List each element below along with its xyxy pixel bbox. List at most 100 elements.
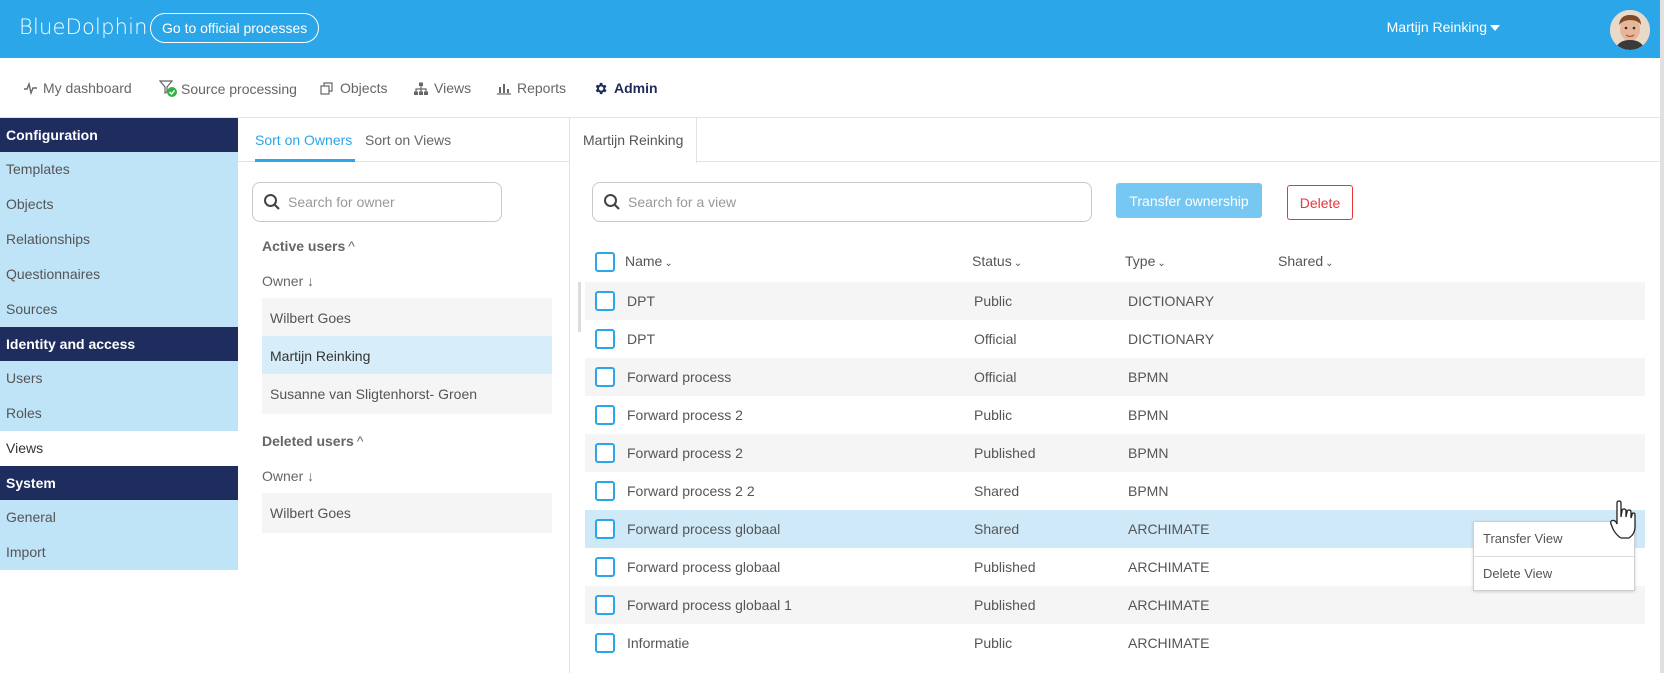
- sidebar-item-templates[interactable]: Templates: [0, 152, 238, 187]
- sidebar-item-general[interactable]: General: [0, 500, 238, 535]
- sidebar-section-identity-and-access: Identity and access: [0, 327, 238, 361]
- nav-label: Objects: [340, 80, 388, 96]
- chevron-down-icon: ⌄: [1013, 258, 1023, 269]
- sidebar-item-views[interactable]: Views: [0, 431, 238, 466]
- bar-chart-icon: [497, 83, 511, 95]
- view-type: DICTIONARY: [1128, 293, 1215, 309]
- row-checkbox[interactable]: [595, 367, 615, 387]
- gear-icon: [595, 82, 607, 94]
- nav-my-dashboard[interactable]: My dashboard: [24, 80, 132, 96]
- view-status: Public: [974, 635, 1013, 651]
- pulse-icon: [24, 81, 37, 95]
- select-all-checkbox[interactable]: [595, 252, 615, 272]
- sidebar-item-relationships[interactable]: Relationships: [0, 222, 238, 257]
- view-name: Forward process globaal: [627, 521, 781, 537]
- active-users-header[interactable]: Active users ^: [262, 238, 355, 254]
- column-label: Status: [972, 253, 1012, 269]
- column-header-shared[interactable]: Shared ⌄: [1278, 253, 1334, 269]
- row-checkbox[interactable]: [595, 291, 615, 311]
- row-checkbox[interactable]: [595, 481, 615, 501]
- view-name: DPT: [627, 293, 655, 309]
- delete-button[interactable]: Delete: [1287, 185, 1353, 220]
- view-search-box: [592, 182, 1092, 222]
- sidebar-item-objects[interactable]: Objects: [0, 187, 238, 222]
- nav-admin[interactable]: Admin: [593, 80, 658, 96]
- nav-label: Views: [434, 80, 472, 96]
- owner-search-input[interactable]: [288, 183, 493, 221]
- deleted-users-title: Deleted users: [262, 433, 354, 449]
- deleted-owner-row-wilbert-goes[interactable]: Wilbert Goes: [262, 493, 552, 533]
- nav-label: Reports: [517, 80, 567, 96]
- view-status: Shared: [974, 521, 1020, 537]
- table-row[interactable]: Forward process globaal 1 Published ARCH…: [585, 586, 1645, 624]
- table-row[interactable]: DPT Public DICTIONARY: [585, 282, 1645, 320]
- filter-check-icon: [159, 80, 177, 97]
- official-processes-button[interactable]: Go to official processes: [150, 13, 320, 43]
- tab-sort-on-views[interactable]: Sort on Views: [365, 132, 451, 148]
- table-row[interactable]: Forward process Official BPMN: [585, 358, 1645, 396]
- column-header-type[interactable]: Type ⌄: [1125, 253, 1166, 269]
- transfer-ownership-button[interactable]: Transfer ownership: [1116, 183, 1262, 218]
- menu-item-delete-view[interactable]: Delete View: [1474, 556, 1634, 590]
- chevron-up-icon: ^: [348, 238, 355, 254]
- hand-cursor-icon: [1610, 500, 1636, 539]
- arrow-down-icon: ↓: [307, 468, 315, 484]
- view-type: ARCHIMATE: [1128, 521, 1210, 537]
- column-label: Name: [625, 253, 663, 269]
- sidebar-section-configuration: Configuration: [0, 118, 238, 152]
- row-checkbox[interactable]: [595, 633, 615, 653]
- view-name: Forward process 2: [627, 407, 743, 423]
- nav-objects[interactable]: Objects: [320, 80, 387, 96]
- owner-row-susanne-van-sligtenhorst-groen[interactable]: Susanne van Sligtenhorst- Groen: [262, 374, 552, 414]
- view-status: Published: [974, 445, 1036, 461]
- sidebar-item-roles[interactable]: Roles: [0, 396, 238, 431]
- owners-panel: Sort on Owners Sort on Views Active user…: [238, 118, 570, 673]
- search-icon: [264, 194, 280, 210]
- tab-owner-martijn-reinking[interactable]: Martijn Reinking: [570, 118, 698, 163]
- view-type: BPMN: [1128, 407, 1169, 423]
- nav-label: My dashboard: [43, 80, 132, 96]
- column-label: Shared: [1278, 253, 1324, 269]
- top-bar: BlueDolphin Go to official processes Mar…: [0, 0, 1660, 58]
- table-row[interactable]: Forward process 2 Public BPMN: [585, 396, 1645, 434]
- table-row[interactable]: Forward process 2 2 Shared BPMN: [585, 472, 1645, 510]
- sidebar-item-questionnaires[interactable]: Questionnaires: [0, 257, 238, 292]
- row-checkbox[interactable]: [595, 443, 615, 463]
- nav-views[interactable]: Views: [414, 80, 471, 96]
- row-checkbox[interactable]: [595, 557, 615, 577]
- window-edge: [1660, 0, 1664, 673]
- hierarchy-icon: [414, 82, 428, 95]
- row-checkbox[interactable]: [595, 405, 615, 425]
- avatar[interactable]: [1610, 10, 1650, 50]
- chevron-down-icon: ⌄: [1157, 258, 1166, 269]
- column-header-name[interactable]: Name ⌄: [625, 253, 673, 269]
- table-row[interactable]: Forward process 2 Published BPMN: [585, 434, 1645, 472]
- search-icon: [604, 194, 620, 210]
- table-row[interactable]: DPT Official DICTIONARY: [585, 320, 1645, 358]
- owners-tabs: Sort on Owners Sort on Views: [238, 118, 570, 162]
- scrollbar[interactable]: [578, 282, 581, 332]
- view-status: Published: [974, 597, 1036, 613]
- sidebar-item-users[interactable]: Users: [0, 361, 238, 396]
- row-checkbox[interactable]: [595, 519, 615, 539]
- owner-label: Owner: [262, 468, 304, 484]
- owner-sort-header[interactable]: Owner ↓: [262, 273, 314, 289]
- table-row[interactable]: Informatie Public ARCHIMATE: [585, 624, 1645, 662]
- row-checkbox[interactable]: [595, 329, 615, 349]
- nav-source-processing[interactable]: Source processing: [159, 80, 297, 98]
- nav-reports[interactable]: Reports: [497, 80, 566, 96]
- sidebar-item-import[interactable]: Import: [0, 535, 238, 570]
- sidebar-item-sources[interactable]: Sources: [0, 292, 238, 327]
- brand-logo[interactable]: BlueDolphin: [19, 15, 148, 39]
- owner-row-wilbert-goes[interactable]: Wilbert Goes: [262, 298, 552, 338]
- user-menu[interactable]: Martijn Reinking: [1387, 19, 1500, 35]
- row-checkbox[interactable]: [595, 595, 615, 615]
- deleted-owner-sort-header[interactable]: Owner ↓: [262, 468, 314, 484]
- view-search-input[interactable]: [628, 183, 1083, 221]
- column-header-status[interactable]: Status ⌄: [972, 253, 1022, 269]
- objects-icon: [320, 81, 333, 95]
- view-name: Forward process: [627, 369, 732, 385]
- owner-row-martijn-reinking[interactable]: Martijn Reinking: [262, 336, 552, 376]
- deleted-users-header[interactable]: Deleted users ^: [262, 433, 363, 449]
- tab-sort-on-owners[interactable]: Sort on Owners: [255, 132, 352, 148]
